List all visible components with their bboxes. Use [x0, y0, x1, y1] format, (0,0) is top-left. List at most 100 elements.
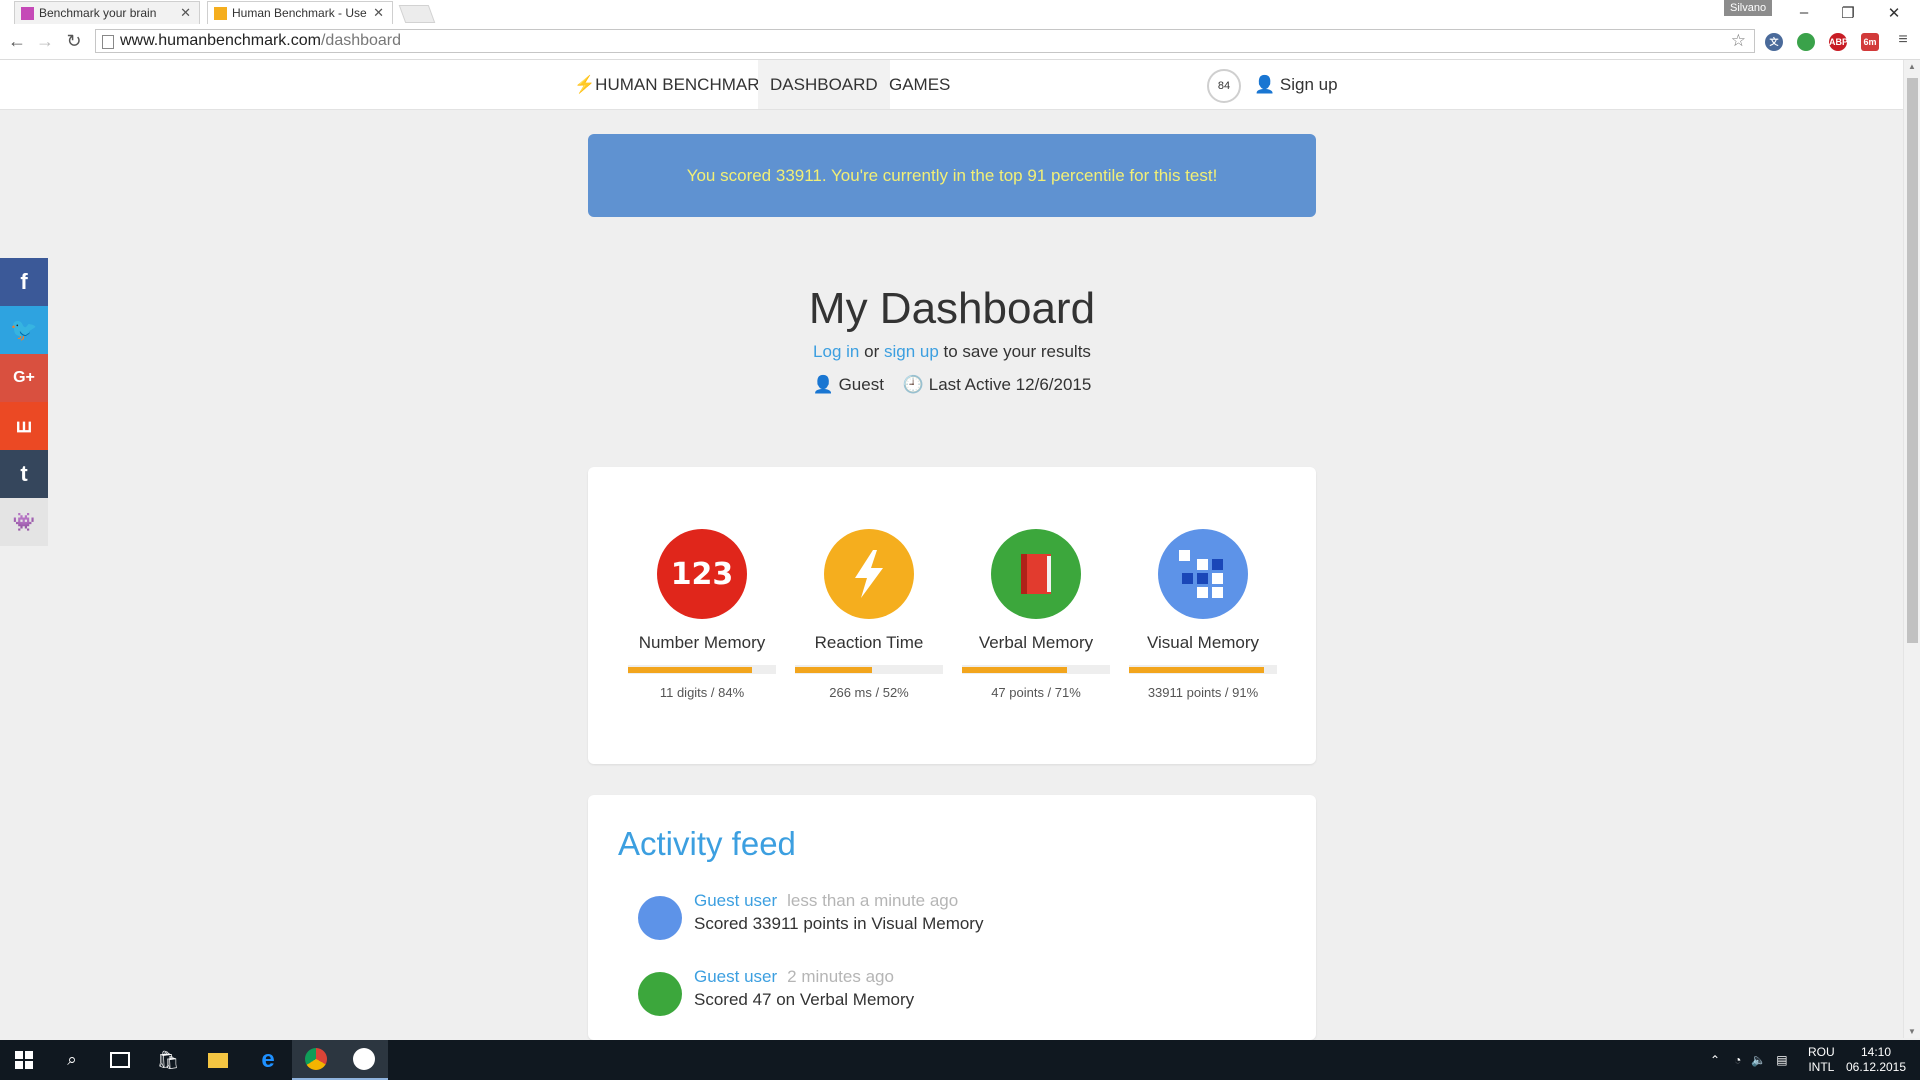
volume-icon[interactable]: 🔈 — [1751, 1053, 1766, 1067]
nav-games-link[interactable]: GAMES — [877, 60, 962, 109]
page-title: My Dashboard — [808, 284, 1096, 333]
signup-link[interactable]: 👤 Sign up — [1254, 60, 1338, 109]
progress-bar — [1129, 665, 1277, 674]
chrome-icon[interactable] — [292, 1040, 340, 1080]
close-tab-icon[interactable]: ✕ — [373, 5, 384, 21]
feed-timestamp: less than a minute ago — [787, 891, 959, 910]
visual-memory-avatar-icon — [638, 896, 682, 940]
search-icon[interactable]: ⌕ — [48, 1040, 96, 1080]
lightning-favicon-icon — [214, 6, 227, 20]
book-icon — [991, 529, 1081, 619]
lightning-icon — [824, 529, 914, 619]
file-explorer-icon[interactable] — [194, 1040, 242, 1080]
games-card: 123 Number Memory 11 digits / 84% Reacti… — [588, 467, 1316, 764]
new-tab-button[interactable] — [398, 5, 436, 23]
login-link[interactable]: Log in — [813, 342, 859, 361]
save-results-prompt: Log in or sign up to save your results — [813, 342, 1091, 361]
signup-inline-link[interactable]: sign up — [884, 342, 939, 361]
translate-extension-icon[interactable]: 文 — [1765, 33, 1783, 51]
reddit-icon: 👾 — [12, 512, 36, 532]
reddit-share-button[interactable]: 👾 — [0, 498, 48, 546]
site-header: ⚡HUMAN BENCHMARK DASHBOARD GAMES 84 👤 Si… — [0, 60, 1903, 110]
feed-item: Guest user 2 minutes ago Scored 47 on Ver… — [638, 967, 1238, 1017]
green-extension-icon[interactable] — [1797, 33, 1815, 51]
network-icon[interactable]: ◔ — [1734, 1053, 1741, 1067]
user-meta: 👤 Guest 🕘 Last Active 12/6/2015 — [812, 375, 1092, 394]
stumbleupon-share-button[interactable]: ꟺ — [0, 402, 48, 450]
feed-text: Scored 47 on Verbal Memory — [694, 990, 915, 1009]
chrome-menu-icon[interactable]: ≡ — [1892, 31, 1914, 49]
clock-icon: 🕘 — [902, 375, 925, 394]
feed-user-link[interactable]: Guest user — [694, 891, 777, 910]
show-hidden-icons-icon[interactable]: ⌃ — [1710, 1053, 1720, 1067]
steam-icon[interactable] — [340, 1040, 388, 1080]
forward-icon[interactable]: → — [34, 31, 56, 52]
game-verbal-memory[interactable]: Verbal Memory 47 points / 71% — [962, 529, 1110, 700]
scrollbar-thumb[interactable] — [1907, 78, 1918, 643]
close-window-icon[interactable]: ✕ — [1884, 4, 1904, 22]
scroll-down-arrow-icon[interactable]: ▼ — [1908, 1027, 1916, 1036]
facebook-icon: f — [20, 269, 28, 294]
progress-fill — [795, 667, 872, 673]
minimize-icon[interactable]: – — [1794, 4, 1814, 21]
progress-fill — [1129, 667, 1264, 673]
nav-dashboard-link[interactable]: DASHBOARD — [758, 60, 890, 109]
game-visual-memory[interactable]: Visual Memory 33911 points / 91% — [1129, 529, 1277, 700]
game-reaction-time[interactable]: Reaction Time 266 ms / 52% — [795, 529, 943, 700]
user-icon: 👤 — [812, 375, 834, 394]
game-number-memory[interactable]: 123 Number Memory 11 digits / 84% — [628, 529, 776, 700]
verbal-memory-avatar-icon — [638, 972, 682, 1016]
twitter-share-button[interactable]: 🐦 — [0, 306, 48, 354]
scroll-up-arrow-icon[interactable]: ▲ — [1908, 62, 1916, 71]
feed-item: Guest user less than a minute ago Scored … — [638, 891, 1238, 941]
site-favicon-icon — [21, 6, 34, 20]
google-plus-icon: G+ — [13, 369, 35, 386]
system-tray: ⌃ ◔ 🔈 ▤ — [1710, 1040, 1788, 1080]
stumbleupon-icon: ꟺ — [15, 416, 33, 436]
address-bar[interactable]: www.humanbenchmark.com/dashboard ☆ — [95, 29, 1755, 53]
tumblr-share-button[interactable]: t — [0, 450, 48, 498]
restore-icon[interactable]: ❐ — [1838, 4, 1858, 22]
bookmark-star-icon[interactable]: ☆ — [1731, 30, 1746, 52]
progress-bar — [962, 665, 1110, 674]
facebook-share-button[interactable]: f — [0, 258, 48, 306]
reload-icon[interactable]: ↻ — [63, 31, 85, 52]
input-language[interactable]: ROU INTL — [1808, 1040, 1835, 1080]
activity-feed-title: Activity feed — [618, 825, 796, 862]
lightning-icon: ⚡ — [574, 75, 596, 94]
user-icon: 👤 — [1254, 75, 1276, 94]
activity-feed-card: Activity feed Guest user less than a minu… — [588, 795, 1316, 1040]
store-icon[interactable]: 🛍 — [144, 1040, 192, 1080]
task-view-icon[interactable] — [96, 1040, 144, 1080]
browser-tab-dashboard[interactable]: Human Benchmark - User ✕ — [207, 1, 393, 24]
browser-toolbar: ← → ↻ www.humanbenchmark.com/dashboard ☆… — [0, 25, 1920, 60]
edge-browser-icon[interactable]: e — [244, 1040, 292, 1080]
close-tab-icon[interactable]: ✕ — [180, 5, 191, 21]
progress-fill — [628, 667, 753, 673]
nav-brand-link[interactable]: ⚡HUMAN BENCHMARK — [562, 60, 783, 109]
score-badge[interactable]: 84 — [1207, 69, 1241, 103]
clock[interactable]: 14:10 06.12.2015 — [1846, 1040, 1906, 1080]
page-scrollbar[interactable]: ▲ ▼ — [1903, 60, 1920, 1038]
number-memory-icon: 123 — [657, 529, 747, 619]
notification-extension-icon[interactable]: 6m — [1861, 33, 1879, 51]
browser-tab-bar: Benchmark your brain ✕ Human Benchmark -… — [0, 0, 1920, 26]
browser-tab-benchmark[interactable]: Benchmark your brain ✕ — [14, 1, 200, 24]
profile-badge[interactable]: Silvano — [1724, 0, 1773, 16]
feed-text: Scored 33911 points in Visual Memory — [694, 914, 984, 933]
tumblr-icon: t — [20, 461, 28, 486]
page-icon — [102, 35, 114, 49]
windows-start-icon[interactable] — [0, 1040, 48, 1080]
feed-user-link[interactable]: Guest user — [694, 967, 777, 986]
grid-icon — [1158, 529, 1248, 619]
adblock-extension-icon[interactable]: ABP — [1829, 33, 1848, 51]
progress-bar — [795, 665, 943, 674]
windows-taskbar: ⌕ 🛍 e ⌃ ◔ 🔈 ▤ ROU INTL 14:10 06.12.2015 — [0, 1040, 1920, 1080]
score-banner: You scored 33911. You're currently in th… — [588, 134, 1316, 217]
back-icon[interactable]: ← — [6, 31, 28, 52]
action-center-icon[interactable]: ▤ — [1776, 1053, 1787, 1067]
progress-bar — [628, 665, 776, 674]
feed-timestamp: 2 minutes ago — [787, 967, 894, 986]
google-plus-share-button[interactable]: G+ — [0, 354, 48, 402]
progress-fill — [962, 667, 1068, 673]
